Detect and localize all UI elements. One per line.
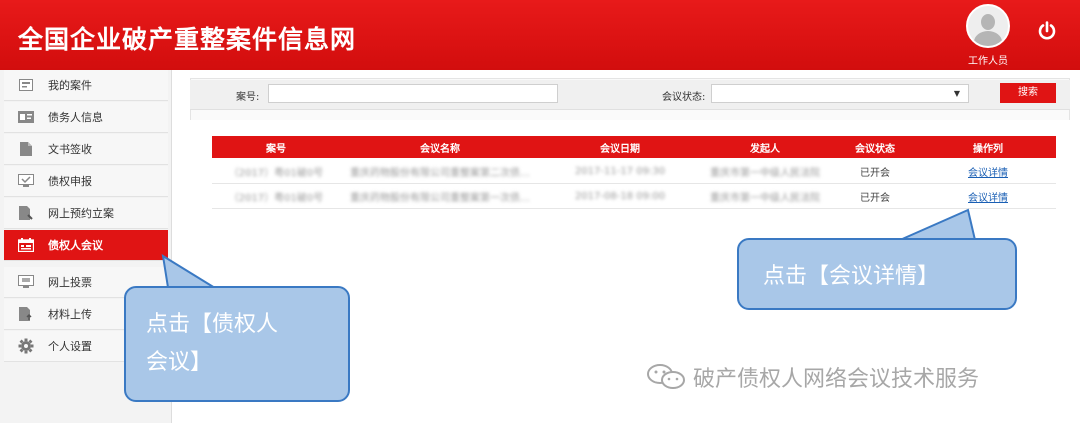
callout-text-line1: 点击【债权人	[146, 312, 279, 337]
watermark-text: 破产债权人网络会议技术服务	[693, 367, 980, 392]
callout-pointer-right	[899, 208, 977, 241]
wechat-icon	[647, 364, 685, 389]
callout-text-line2: 会议】	[146, 350, 213, 375]
callout-meeting-details: 点击【会议详情】	[737, 238, 1017, 310]
callout-text: 点击【会议详情】	[763, 264, 940, 289]
watermark: 破产债权人网络会议技术服务	[645, 361, 979, 393]
callout-creditor-meeting: 点击【债权人 会议】	[124, 286, 350, 402]
